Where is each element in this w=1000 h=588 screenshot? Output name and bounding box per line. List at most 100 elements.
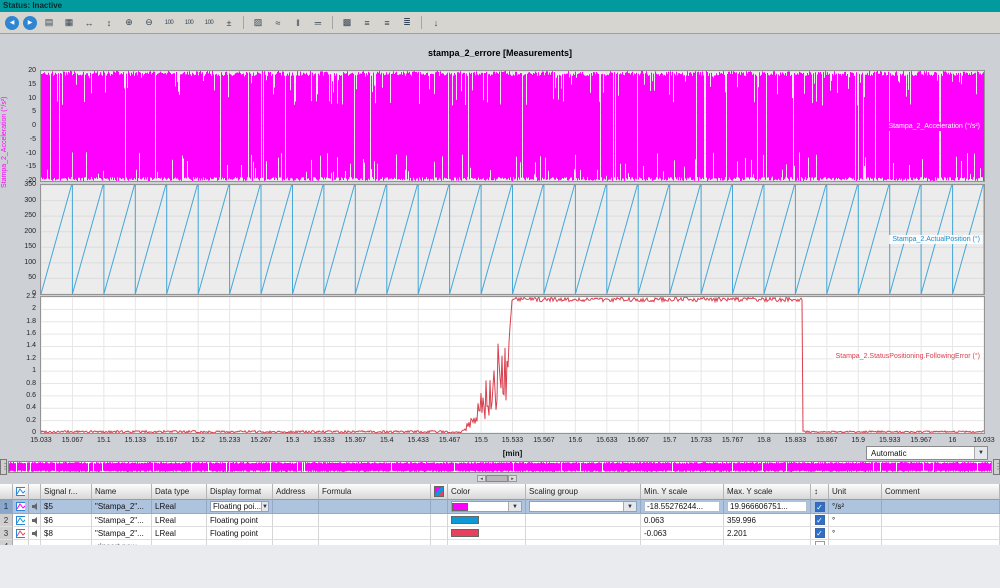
- scaling-group-cell[interactable]: [526, 527, 641, 540]
- data-type-header[interactable]: Data type: [152, 484, 207, 500]
- scroll-left-icon[interactable]: ◂: [477, 475, 486, 482]
- signal-ref-cell[interactable]: $5: [41, 500, 92, 514]
- color-cell[interactable]: [448, 514, 526, 527]
- color-header[interactable]: Color: [448, 484, 526, 500]
- interpolation-icon[interactable]: ≈: [269, 14, 287, 31]
- name-header[interactable]: Name: [92, 484, 152, 500]
- offset-signals-icon[interactable]: ±: [220, 14, 238, 31]
- horizontal-cursors-icon[interactable]: ═: [309, 14, 327, 31]
- name-cell[interactable]: "Stampa_2"...: [92, 527, 152, 540]
- min-y-header[interactable]: Min. Y scale: [641, 484, 724, 500]
- signal-ref-cell[interactable]: $6: [41, 514, 92, 527]
- autoscale-cell[interactable]: ✓: [811, 500, 829, 514]
- zoom-out-icon[interactable]: ⊖: [140, 14, 158, 31]
- acceleration-chart[interactable]: [40, 70, 985, 182]
- next-measurement-icon[interactable]: ▶: [23, 16, 37, 30]
- zoom-in-icon[interactable]: ⊕: [120, 14, 138, 31]
- overview-left-handle[interactable]: [0, 459, 7, 475]
- scroll-right-icon[interactable]: ▸: [508, 475, 517, 482]
- min-y-cell[interactable]: -18.55276244...: [641, 500, 724, 514]
- table-row[interactable]: 2 $6 "Stampa_2"... LReal Floating point …: [0, 514, 1000, 527]
- y-axis-tick-label: 0.2: [2, 417, 36, 424]
- address-cell[interactable]: [273, 514, 319, 527]
- samples-display-icon[interactable]: ▨: [249, 14, 267, 31]
- chevron-down-icon[interactable]: ▼: [974, 447, 987, 459]
- scaling-group-header[interactable]: Scaling group: [526, 484, 641, 500]
- data-type-cell[interactable]: LReal: [152, 514, 207, 527]
- overview-scrubber[interactable]: [8, 461, 992, 473]
- color-cell[interactable]: ▼: [448, 500, 526, 514]
- overview-window-icon[interactable]: ▩: [338, 14, 356, 31]
- overview-scrollbar[interactable]: ◂ ▸: [477, 475, 517, 482]
- time-scale-select[interactable]: Automatic ▼: [866, 446, 988, 460]
- y-axis-tick-label: 1.6: [2, 330, 36, 337]
- overview-right-handle[interactable]: [993, 459, 1000, 475]
- scale-x-100-icon[interactable]: 100: [160, 14, 178, 31]
- speaker-muted-icon[interactable]: [29, 500, 41, 514]
- checked-checkbox[interactable]: ✓: [815, 528, 825, 538]
- data-type-cell[interactable]: LReal: [152, 500, 207, 514]
- max-y-cell[interactable]: 2.201: [724, 527, 811, 540]
- x-axis-tick-label: 15.8: [757, 437, 771, 444]
- name-cell[interactable]: "Stampa_2"...: [92, 514, 152, 527]
- signal-header[interactable]: Signal r...: [41, 484, 92, 500]
- zoom-selection-icon[interactable]: ▦: [60, 14, 78, 31]
- legend-icon[interactable]: ≡: [358, 14, 376, 31]
- unit-header[interactable]: Unit: [829, 484, 882, 500]
- unit-cell[interactable]: °: [829, 527, 882, 540]
- checked-checkbox[interactable]: ✓: [815, 502, 825, 512]
- unit-cell[interactable]: °: [829, 514, 882, 527]
- scaling-group-cell[interactable]: [526, 514, 641, 527]
- align-justify-icon[interactable]: ≣: [398, 14, 416, 31]
- data-type-cell[interactable]: LReal: [152, 527, 207, 540]
- snapshot-icon[interactable]: ▤: [40, 14, 58, 31]
- name-cell[interactable]: "Stampa_2"...: [92, 500, 152, 514]
- address-header[interactable]: Address: [273, 484, 319, 500]
- speaker-muted-icon[interactable]: [29, 527, 41, 540]
- zoom-vertical-icon[interactable]: ↕: [100, 14, 118, 31]
- speaker-muted-icon[interactable]: [29, 514, 41, 527]
- autoscale-cell[interactable]: ✓: [811, 514, 829, 527]
- max-y-cell[interactable]: 359.996: [724, 514, 811, 527]
- unit-cell[interactable]: °/s²: [829, 500, 882, 514]
- formula-header[interactable]: Formula: [319, 484, 431, 500]
- comment-cell[interactable]: [882, 500, 1000, 514]
- formula-cell[interactable]: [319, 527, 431, 540]
- zoom-horizontal-icon[interactable]: ↔: [80, 14, 98, 31]
- max-y-header[interactable]: Max. Y scale: [724, 484, 811, 500]
- formula-cell[interactable]: [319, 514, 431, 527]
- min-y-cell[interactable]: -0.063: [641, 527, 724, 540]
- comment-header[interactable]: Comment: [882, 484, 1000, 500]
- display-format-cell[interactable]: Floating point: [207, 527, 273, 540]
- align-left-icon[interactable]: ≡: [378, 14, 396, 31]
- signal-ref-cell[interactable]: $8: [41, 527, 92, 540]
- table-row[interactable]: 1 $5 "Stampa_2"... LReal Floating poi...…: [0, 500, 1000, 514]
- scale-xy-100-icon[interactable]: 100: [200, 14, 218, 31]
- color-cell[interactable]: [448, 527, 526, 540]
- chevron-down-icon[interactable]: ▼: [623, 502, 636, 511]
- scale-y-100-icon[interactable]: 100: [180, 14, 198, 31]
- display-format-header[interactable]: Display format: [207, 484, 273, 500]
- checked-checkbox[interactable]: ✓: [815, 515, 825, 525]
- comment-cell[interactable]: [882, 527, 1000, 540]
- address-cell[interactable]: [273, 527, 319, 540]
- display-format-cell[interactable]: Floating point: [207, 514, 273, 527]
- export-measurement-icon[interactable]: ↓: [427, 14, 445, 31]
- position-chart[interactable]: [40, 184, 985, 295]
- formula-cell[interactable]: [319, 500, 431, 514]
- color-icon-cell: [431, 514, 448, 527]
- autoscale-cell[interactable]: ✓: [811, 527, 829, 540]
- min-y-cell[interactable]: 0.063: [641, 514, 724, 527]
- scaling-group-cell[interactable]: ▼: [526, 500, 641, 514]
- comment-cell[interactable]: [882, 514, 1000, 527]
- previous-measurement-icon[interactable]: ◀: [5, 16, 19, 30]
- scrollbar-thumb[interactable]: [486, 475, 508, 482]
- following-error-chart[interactable]: [40, 296, 985, 434]
- vertical-cursors-icon[interactable]: ‖: [289, 14, 307, 31]
- address-cell[interactable]: [273, 500, 319, 514]
- display-format-cell[interactable]: Floating poi...▼: [207, 500, 273, 514]
- table-row[interactable]: 3 $8 "Stampa_2"... LReal Floating point …: [0, 527, 1000, 540]
- max-y-cell[interactable]: 19.966606751...: [724, 500, 811, 514]
- chevron-down-icon[interactable]: ▼: [261, 502, 268, 511]
- chevron-down-icon[interactable]: ▼: [508, 502, 521, 511]
